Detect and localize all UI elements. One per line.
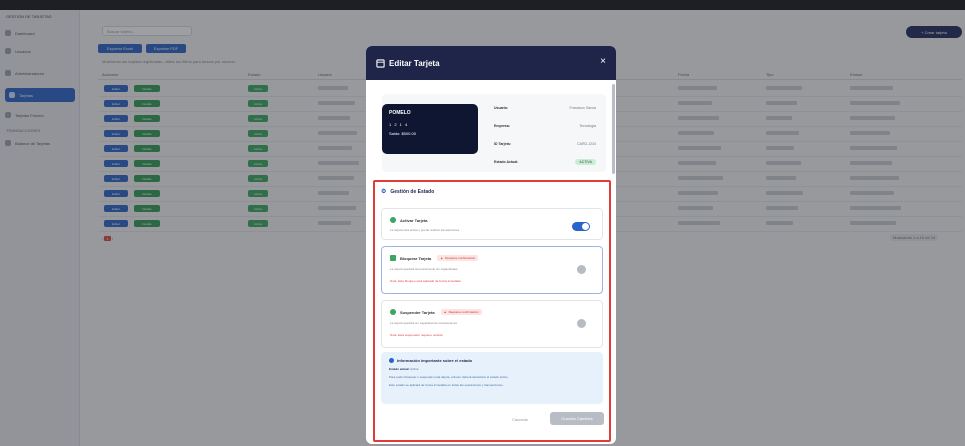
warning-text: Requiere confirmación (445, 256, 476, 260)
browser-topbar (0, 0, 965, 10)
warning-icon: ▲ (440, 256, 444, 260)
info-line: Este estado se aplicará de forma inmedia… (389, 383, 504, 387)
info-row-id: ID Tarjeta: CARD-1234 (494, 138, 596, 150)
option-description: La tarjeta quedará temporalmente sin cap… (390, 267, 458, 271)
info-row-empresa: Empresa: Tecnologia (494, 120, 596, 132)
option-activate[interactable]: Activar Tarjeta La tarjeta está activa y… (381, 208, 603, 240)
modal-scrollbar[interactable] (612, 84, 615, 174)
info-value: Francisco Garcia (569, 106, 596, 110)
info-value: CARD-1234 (577, 142, 596, 146)
block-toggle[interactable] (577, 265, 586, 274)
option-block[interactable]: Bloquear Tarjeta ▲ Requiere confirmación L… (381, 246, 603, 294)
option-title: Activar Tarjeta (400, 217, 428, 223)
info-current-value: Activa (410, 367, 419, 371)
check-circle-icon (390, 217, 396, 223)
activate-toggle[interactable] (572, 222, 590, 231)
option-header: Activar Tarjeta (390, 217, 428, 223)
info-current-label: Estado actual: (389, 367, 410, 371)
close-icon[interactable]: × (600, 57, 606, 67)
card-preview: POMELO 1 2 1 4 Saldo: $500.00 (382, 104, 478, 154)
info-row-estado: Estado Actual: ACTIVA (494, 156, 596, 168)
info-box-title-text: Información importante sobre el estado (397, 358, 473, 363)
warning-badge: ▲ Requiere confirmación (437, 255, 479, 261)
option-description: La tarjeta está activa y puede realizar … (390, 228, 460, 232)
info-key: Estado Actual: (494, 160, 519, 164)
info-key: Empresa: (494, 124, 510, 128)
section-title-text: Gestión de Estado (390, 188, 435, 195)
info-line: Para poder bloquear o suspender esta tar… (389, 375, 509, 379)
pause-icon (390, 309, 396, 315)
info-box-title: Información importante sobre el estado (389, 358, 595, 363)
info-current-state: Estado actual: Activa (389, 367, 595, 371)
option-header: Suspender Tarjeta ▲ Requiere confirmación (390, 309, 482, 315)
state-management-section: ⚙ Gestión de Estado Activar Tarjeta La ta… (373, 180, 611, 442)
cancel-button[interactable]: Cancelar (512, 417, 528, 422)
edit-icon (376, 58, 385, 68)
info-row-usuario: Usuario: Francisco Garcia (494, 102, 596, 114)
info-key: Usuario: (494, 106, 509, 110)
info-key: ID Tarjeta: (494, 142, 511, 146)
status-badge: ACTIVA (575, 159, 596, 165)
section-title: ⚙ Gestión de Estado (381, 188, 435, 196)
modal-header: Editar Tarjeta × (366, 46, 616, 80)
option-title: Bloquear Tarjeta (400, 255, 432, 261)
info-value: Tecnologia (579, 124, 596, 128)
card-balance: Saldo: $500.00 (389, 131, 416, 136)
card-number: 1 2 1 4 (389, 122, 409, 127)
option-suspend[interactable]: Suspender Tarjeta ▲ Requiere confirmación … (381, 300, 603, 348)
lock-icon (390, 255, 396, 261)
warning-badge: ▲ Requiere confirmación (440, 309, 482, 315)
modal-title: Editar Tarjeta (389, 58, 440, 68)
option-title: Suspender Tarjeta (400, 309, 435, 315)
suspend-toggle[interactable] (577, 319, 586, 328)
option-note: Nota: Esta suspensión requiere revisión (390, 333, 444, 337)
info-box: Información importante sobre el estado E… (381, 352, 603, 404)
gear-icon: ⚙ (381, 189, 387, 195)
option-note: Nota: Este bloqueo será aplicado de form… (390, 279, 461, 283)
info-icon (389, 358, 394, 363)
edit-card-modal: Editar Tarjeta × POMELO 1 2 1 4 Saldo: $… (366, 46, 616, 444)
warning-icon: ▲ (443, 310, 447, 314)
option-header: Bloquear Tarjeta ▲ Requiere confirmación (390, 255, 479, 261)
option-description: La tarjeta quedará sin capacidad de tran… (390, 321, 458, 325)
warning-text: Requiere confirmación (448, 310, 479, 314)
save-button[interactable]: Guardar Cambios (550, 412, 604, 425)
card-brand: POMELO (389, 110, 411, 116)
